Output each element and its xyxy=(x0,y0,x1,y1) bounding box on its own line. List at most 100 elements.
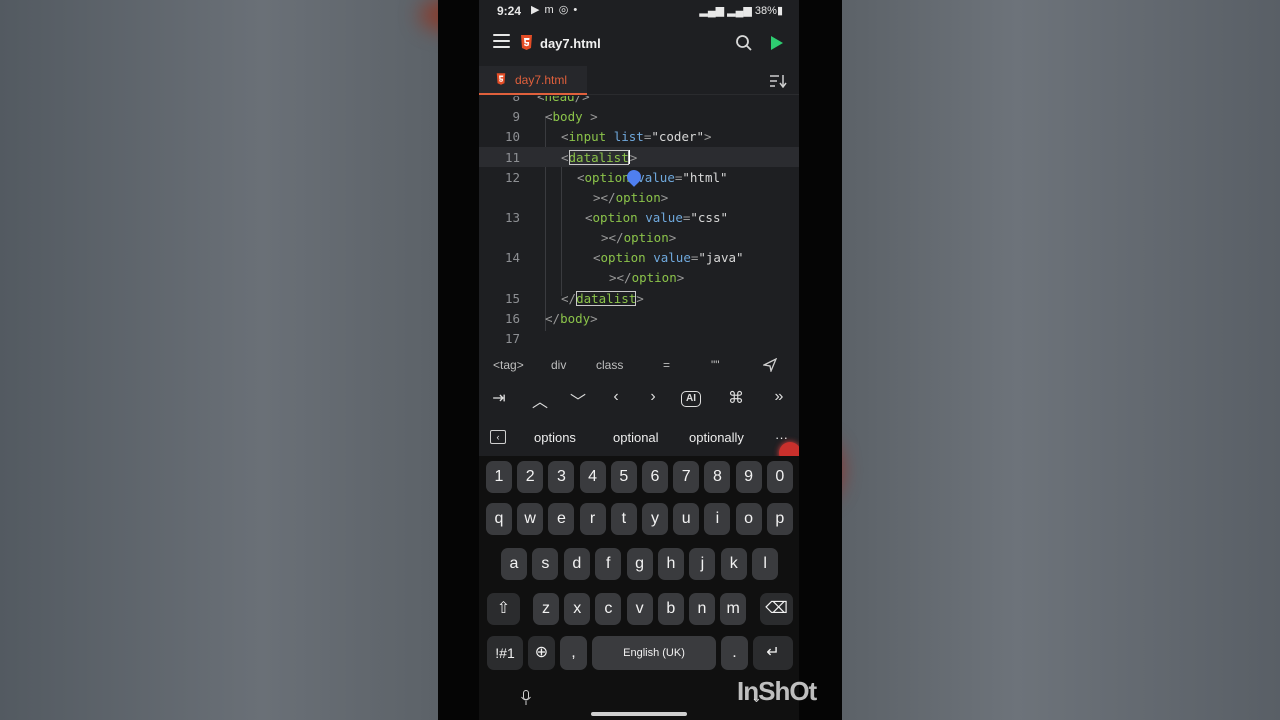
letter-key[interactable]: t xyxy=(610,503,637,535)
suggestion-optional[interactable]: optional xyxy=(613,430,659,445)
arrow-down-icon[interactable]: ﹀ xyxy=(566,388,590,412)
battery-level: 38% xyxy=(754,5,777,17)
letter-key[interactable]: c xyxy=(595,593,622,625)
code-line-17[interactable]: 17 xyxy=(479,328,799,346)
symbols-key[interactable]: !#1 xyxy=(487,636,523,670)
tab-indent-icon[interactable]: ⇥ xyxy=(487,388,511,408)
microphone-icon[interactable] xyxy=(521,690,531,706)
letter-key[interactable]: x xyxy=(564,593,591,625)
line-number: 16 xyxy=(504,311,520,326)
arrow-right-icon[interactable]: › xyxy=(641,388,665,406)
letter-key[interactable]: e xyxy=(548,503,575,535)
letter-key[interactable]: l xyxy=(752,548,779,580)
code-text: </body> xyxy=(545,311,598,326)
suggestion-optionally[interactable]: optionally xyxy=(689,430,744,445)
suggestion-strip: ‹ options optional optionally ··· xyxy=(479,424,799,452)
code-text: <body > xyxy=(545,109,598,124)
symbol-class[interactable]: class xyxy=(596,358,623,372)
double-chevron-right-icon[interactable]: » xyxy=(767,388,791,406)
space-key[interactable]: English (UK) xyxy=(592,636,716,670)
number-key[interactable]: 5 xyxy=(610,461,637,493)
code-line-10[interactable]: 10 <input list="coder"> xyxy=(479,126,799,146)
letter-key[interactable]: f xyxy=(595,548,622,580)
send-icon[interactable] xyxy=(763,358,777,372)
code-line-9[interactable]: 9 <body > xyxy=(479,106,799,126)
code-line-12[interactable]: 12 <option value="html" xyxy=(479,167,799,187)
letter-key[interactable]: a xyxy=(501,548,527,580)
symbol-bar: <tag> div class = "" xyxy=(479,351,799,379)
code-line-12-wrap[interactable]: ></option> xyxy=(479,187,799,207)
letter-key[interactable]: p xyxy=(766,503,793,535)
code-text: <input list="coder"> xyxy=(561,129,712,144)
hamburger-menu-icon[interactable] xyxy=(493,34,510,48)
letter-key[interactable]: v xyxy=(626,593,653,625)
letter-key[interactable]: z xyxy=(533,593,559,625)
tab-label: day7.html xyxy=(515,73,568,87)
arrow-up-icon[interactable]: ︿ xyxy=(528,388,552,412)
line-number: 14 xyxy=(504,250,520,265)
enter-key[interactable]: ↵ xyxy=(753,636,793,670)
code-editor[interactable]: 8 <head/> 9 <body > 10 <input list="code… xyxy=(479,96,799,346)
letter-key[interactable]: s xyxy=(532,548,559,580)
code-text: </datalist> xyxy=(561,291,644,306)
number-key[interactable]: 0 xyxy=(766,461,793,493)
line-number: 10 xyxy=(504,129,520,144)
symbol-div[interactable]: div xyxy=(551,358,566,372)
letter-key[interactable]: b xyxy=(657,593,684,625)
status-time: 9:24 xyxy=(497,4,522,18)
ai-icon[interactable]: AI xyxy=(681,391,701,407)
editor-nav-bar: ⇥ ︿ ﹀ ‹ › AI ⌘ » xyxy=(479,382,799,416)
letter-key[interactable]: h xyxy=(658,548,684,580)
symbol-equals[interactable]: = xyxy=(663,358,670,372)
command-icon[interactable]: ⌘ xyxy=(724,388,748,408)
backspace-key[interactable]: ⌫ xyxy=(760,593,793,625)
letter-key[interactable]: n xyxy=(689,593,715,625)
code-line-13-wrap[interactable]: ></option> xyxy=(479,227,799,247)
code-line-14-wrap[interactable]: ></option> xyxy=(479,267,799,287)
globe-icon[interactable]: ⊕ xyxy=(528,636,555,670)
code-line-8[interactable]: 8 <head/> xyxy=(479,96,799,106)
letter-key[interactable]: k xyxy=(720,548,747,580)
letter-key[interactable]: r xyxy=(579,503,606,535)
number-key[interactable]: 1 xyxy=(486,461,512,493)
code-line-13[interactable]: 13 <option value="css" xyxy=(479,207,799,227)
letter-key[interactable]: w xyxy=(517,503,544,535)
code-line-16[interactable]: 16 </body> xyxy=(479,308,799,328)
letter-key[interactable]: g xyxy=(626,548,653,580)
background-left xyxy=(0,0,438,720)
letter-key[interactable]: q xyxy=(486,503,512,535)
letter-key[interactable]: o xyxy=(735,503,762,535)
number-key[interactable]: 6 xyxy=(642,461,668,493)
number-key[interactable]: 3 xyxy=(548,461,575,493)
keyboard-back-icon[interactable]: ‹ xyxy=(490,430,506,444)
letter-key[interactable]: j xyxy=(689,548,716,580)
period-key[interactable]: . xyxy=(721,636,748,670)
number-key[interactable]: 8 xyxy=(704,461,731,493)
letter-key[interactable]: u xyxy=(673,503,700,535)
number-key[interactable]: 7 xyxy=(673,461,700,493)
letter-key[interactable]: i xyxy=(704,503,731,535)
sort-icon[interactable] xyxy=(769,74,787,88)
letter-key[interactable]: m xyxy=(720,593,747,625)
phone-screen: 9:24 ▶ m ◎ • ▂▄▆ ▂▄▆ 38%▮ day7.html day7… xyxy=(479,0,799,720)
symbol-tag[interactable]: <tag> xyxy=(493,358,524,372)
comma-key[interactable]: , xyxy=(560,636,587,670)
number-key[interactable]: 4 xyxy=(579,461,606,493)
symbol-quotes[interactable]: "" xyxy=(711,358,720,372)
home-indicator[interactable] xyxy=(591,712,687,716)
run-play-icon[interactable] xyxy=(770,35,784,51)
code-line-11-current[interactable]: 11 <datalist> xyxy=(479,147,799,167)
suggestion-options[interactable]: options xyxy=(534,430,576,445)
shift-key[interactable]: ⇧ xyxy=(487,593,520,625)
arrow-left-icon[interactable]: ‹ xyxy=(604,388,628,406)
number-key[interactable]: 2 xyxy=(517,461,544,493)
search-icon[interactable] xyxy=(735,34,753,52)
code-line-14[interactable]: 14 <option value="java" xyxy=(479,247,799,267)
letter-key[interactable]: d xyxy=(563,548,590,580)
letter-key[interactable]: y xyxy=(642,503,668,535)
code-line-15[interactable]: 15 </datalist> xyxy=(479,288,799,308)
notification-icons: ▶ m ◎ • xyxy=(531,4,579,16)
tab-day7-html[interactable]: day7.html xyxy=(479,66,587,95)
number-key[interactable]: 9 xyxy=(735,461,762,493)
code-text: <head/> xyxy=(537,96,590,104)
